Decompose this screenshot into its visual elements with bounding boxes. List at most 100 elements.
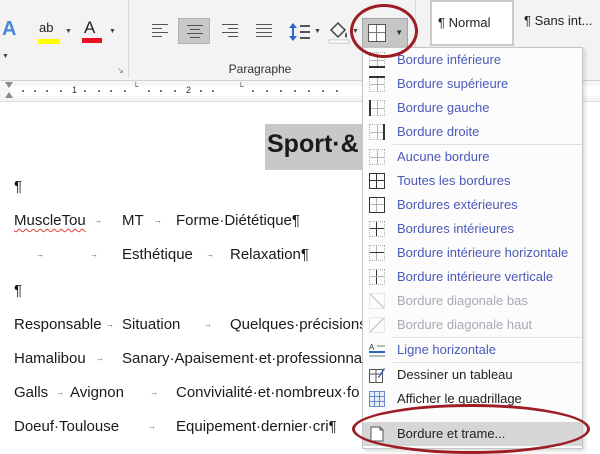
font-color-button[interactable]: A — [80, 18, 102, 44]
menu-item-all-borders[interactable]: Toutes les bordures — [363, 169, 582, 193]
ruler-number: 1 — [72, 85, 78, 95]
highlighter-icon: ab — [39, 20, 54, 35]
line-spacing-icon — [289, 23, 310, 41]
menu-item-inside-vertical[interactable]: Bordure intérieure verticale — [363, 265, 582, 289]
ruler-tick — [148, 90, 150, 92]
indent-marker-icon[interactable] — [5, 82, 13, 100]
menu-item-draw-table[interactable]: Dessiner un tableau — [363, 363, 582, 387]
chevron-down-icon[interactable]: ▼ — [109, 28, 116, 35]
menu-item-show-gridlines[interactable]: Afficher le quadrillage — [363, 387, 582, 411]
svg-text:A: A — [369, 343, 375, 352]
menu-item-label: Ligne horizontale — [397, 342, 497, 357]
menu-item-label: Bordure droite — [397, 124, 480, 139]
ruler-tick — [294, 90, 296, 92]
menu-item-label: Bordures extérieures — [397, 197, 518, 212]
chevron-down-icon[interactable]: ▼ — [352, 28, 359, 35]
doc-word: Quelques·précisions — [230, 316, 367, 333]
align-left-icon — [152, 24, 168, 40]
doc-word: Sanary·Apaisement·et·professionna — [122, 350, 363, 367]
tab-arrow-icon: → — [148, 422, 156, 431]
doc-word: Hamalibou — [14, 350, 86, 367]
chevron-down-icon[interactable]: ▼ — [65, 28, 72, 35]
menu-item-label: Bordure diagonale bas — [397, 293, 528, 308]
inside-horizontal-border-icon — [369, 245, 385, 261]
ruler-tick — [322, 90, 324, 92]
menu-item-no-border[interactable]: Aucune bordure — [363, 145, 582, 169]
menu-item-borders-shading[interactable]: Bordure et trame... — [363, 422, 582, 446]
ruler-tick — [212, 90, 214, 92]
doc-word: Equipement·dernier·cri¶ — [176, 418, 337, 435]
line-spacing-button[interactable] — [287, 20, 317, 44]
tab-arrow-icon: → — [56, 388, 64, 397]
chevron-down-icon[interactable]: ▼ — [395, 28, 403, 37]
tab-arrow-icon: → — [94, 216, 102, 225]
menu-item-border-top[interactable]: Bordure supérieure — [363, 72, 582, 96]
document-title: Sport·& — [265, 124, 375, 170]
style-no-spacing[interactable]: ¶ Sans int... — [518, 0, 600, 46]
justify-button[interactable] — [248, 18, 280, 44]
chevron-down-icon[interactable]: ▼ — [314, 28, 321, 35]
chevron-down-icon[interactable]: ▼ — [2, 53, 9, 60]
doc-word: Situation — [122, 316, 181, 333]
text-effects-icon: A — [2, 18, 16, 40]
tab-stop-icon[interactable]: └ — [133, 82, 139, 91]
all-borders-icon — [369, 173, 385, 189]
paint-bucket-icon — [328, 21, 350, 44]
menu-item-label: Bordure intérieure verticale — [397, 269, 554, 284]
font-color-swatch — [82, 38, 102, 43]
menu-item-label: Bordure et trame... — [397, 426, 506, 441]
border-right-icon — [369, 124, 385, 140]
doc-word: Avignon — [70, 384, 124, 401]
shading-button[interactable] — [326, 18, 352, 44]
doc-word: MuscleTou — [14, 212, 86, 229]
pilcrow: ¶ — [14, 178, 23, 195]
tab-arrow-icon: → — [106, 320, 114, 329]
doc-word: Responsable — [14, 316, 102, 333]
ruler-tick — [46, 90, 48, 92]
align-center-button[interactable] — [178, 18, 210, 44]
doc-word: Convivialité·et·nombreux·fo — [176, 384, 360, 401]
gridlines-icon — [369, 391, 385, 407]
ruler-tick — [336, 90, 338, 92]
ruler-tick — [280, 90, 282, 92]
menu-item-border-left[interactable]: Bordure gauche — [363, 96, 582, 120]
styles-gallery: ¶ Normal ¶ Sans int... — [420, 0, 600, 48]
doc-word: Galls — [14, 384, 49, 401]
menu-item-label: Aucune bordure — [397, 149, 490, 164]
tab-arrow-icon: → — [154, 216, 162, 225]
paragraph-group-label: Paragraphe — [228, 62, 292, 76]
dialog-launcher-icon[interactable]: ↘ — [117, 66, 124, 75]
borders-grid-icon — [368, 24, 386, 42]
menu-item-label: Afficher le quadrillage — [397, 391, 522, 406]
tab-stop-icon[interactable]: └ — [238, 82, 244, 91]
menu-item-diagonal-down: Bordure diagonale bas — [363, 289, 582, 313]
menu-item-label: Bordure intérieure horizontale — [397, 245, 569, 260]
style-normal[interactable]: ¶ Normal — [430, 0, 514, 46]
doc-word: Esthétique — [122, 246, 193, 263]
doc-word: MT — [122, 212, 144, 229]
menu-item-label: Bordure supérieure — [397, 76, 509, 91]
tab-arrow-icon: → — [206, 250, 214, 259]
title-text: Sport·& — [267, 130, 359, 158]
menu-item-border-bottom[interactable]: Bordure inférieure — [363, 48, 582, 72]
outside-borders-icon — [369, 197, 385, 213]
ruler-number: 2 — [186, 85, 192, 95]
menu-item-inside-horizontal[interactable]: Bordure intérieure horizontale — [363, 241, 582, 265]
menu-item-outside-borders[interactable]: Bordures extérieures — [363, 193, 582, 217]
no-border-icon — [369, 149, 385, 165]
menu-item-border-right[interactable]: Bordure droite — [363, 120, 582, 144]
text-effects-button[interactable]: A ▼ — [2, 18, 20, 60]
align-left-button[interactable] — [144, 18, 176, 44]
menu-item-horizontal-line[interactable]: A Ligne horizontale — [363, 338, 582, 362]
menu-item-label: Toutes les bordures — [397, 173, 511, 188]
doc-line: ¶ — [14, 282, 22, 299]
ruler-tick — [110, 90, 112, 92]
highlight-color-button[interactable]: ab — [36, 20, 62, 44]
menu-item-label: Bordure diagonale haut — [397, 317, 533, 332]
menu-item-inside-borders[interactable]: Bordures intérieures — [363, 217, 582, 241]
menu-item-label: Bordure gauche — [397, 100, 490, 115]
diagonal-up-border-icon — [369, 317, 385, 333]
ruler-tick — [60, 90, 62, 92]
borders-button[interactable]: ▼ — [362, 18, 408, 48]
align-right-button[interactable] — [214, 18, 246, 44]
